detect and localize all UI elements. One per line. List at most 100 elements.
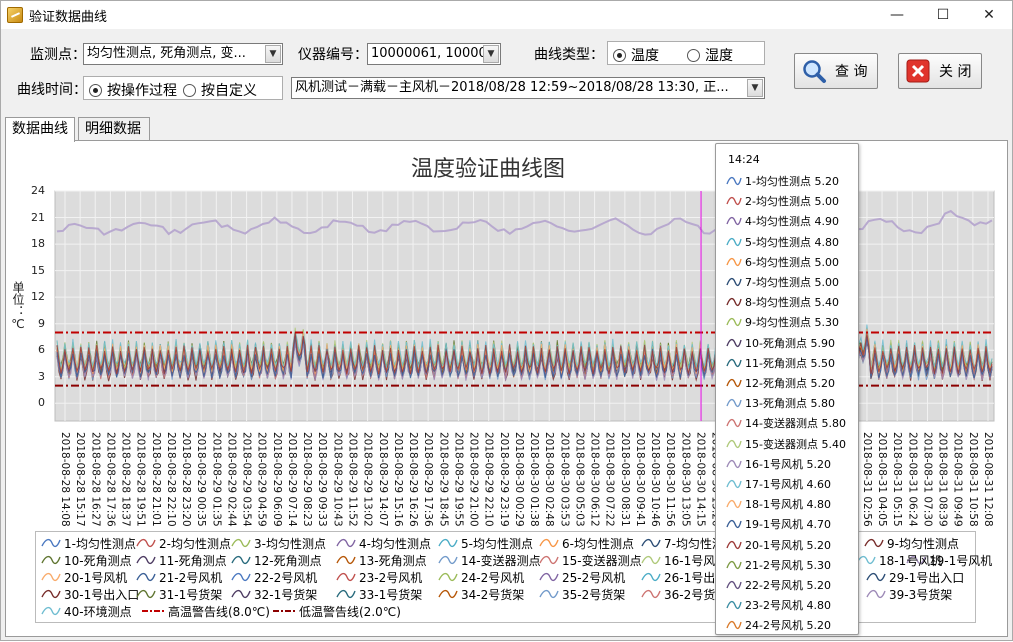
high-warning-legend-item[interactable]: 高温警告线(8.0℃): [141, 602, 270, 620]
series-swatch-icon: [136, 589, 156, 599]
tooltip-row-label: 24-2号风机 5.20: [745, 619, 831, 633]
legend-label: 24-2号风机: [461, 570, 525, 585]
series-swatch-icon: [438, 572, 458, 582]
tooltip-row: 8-均匀性测点 5.40: [726, 294, 839, 310]
legend-label: 25-2号风机: [562, 570, 626, 585]
legend-item[interactable]: 29-1号出入口: [866, 568, 964, 586]
legend-item[interactable]: 1-均匀性测点: [41, 534, 136, 552]
legend-item[interactable]: 11-死角测点: [136, 551, 227, 569]
series-swatch-icon: [726, 176, 742, 186]
series-swatch-icon: [41, 555, 61, 565]
hover-tooltip: 14:24 1-均匀性测点 5.20 2-均匀性测点 5.00 4-均匀性测点 4.…: [715, 143, 859, 635]
series-swatch-icon: [726, 439, 742, 448]
series-swatch-icon: [856, 555, 876, 565]
series-swatch-icon: [231, 538, 251, 548]
tooltip-row: 9-均匀性测点 5.30: [726, 314, 839, 330]
legend-item[interactable]: 23-2号风机: [336, 568, 422, 586]
series-swatch-icon: [136, 572, 156, 582]
tooltip-row: 12-死角测点 5.20: [726, 375, 835, 391]
tooltip-row: 1-均匀性测点 5.20: [726, 173, 839, 189]
tooltip-row: 21-2号风机 5.30: [726, 557, 831, 573]
tooltip-row: 10-死角测点 5.90: [726, 335, 835, 351]
series-swatch-icon: [438, 538, 458, 548]
low-warning-legend-item[interactable]: 低温警告线(2.0℃): [272, 602, 401, 620]
tooltip-row: 7-均匀性测点 5.00: [726, 274, 839, 290]
legend-item[interactable]: 7-均匀性测: [641, 534, 724, 552]
tooltip-row: 22-2号风机 5.20: [726, 577, 831, 593]
legend-label: 1-均匀性测点: [64, 536, 136, 551]
tooltip-row: 24-2号风机 5.20: [726, 617, 831, 633]
legend-label: 29-1号出入口: [889, 570, 965, 585]
legend-label: 低温警告线(2.0℃): [299, 604, 401, 619]
series-swatch-icon: [726, 358, 742, 367]
legend-item[interactable]: 34-2号货架: [438, 585, 524, 603]
tooltip-row: 18-1号风机 4.80: [726, 496, 831, 512]
series-swatch-icon: [41, 589, 61, 599]
legend-item[interactable]: 10-死角测点: [41, 551, 132, 569]
legend-item[interactable]: 33-1号货架: [336, 585, 422, 603]
series-swatch-icon: [726, 560, 742, 569]
legend-item[interactable]: 6-均匀性测点: [539, 534, 634, 552]
legend-item[interactable]: 24-2号风机: [438, 568, 524, 586]
legend-label: 10-死角测点: [64, 553, 132, 568]
tooltip-row: 14-变送器测点 5.80: [726, 415, 846, 431]
legend-item[interactable]: 39-3号货架: [866, 585, 952, 603]
series-swatch-icon: [336, 589, 356, 599]
series-swatch-icon: [41, 606, 61, 616]
legend-item[interactable]: 2-均匀性测点: [136, 534, 231, 552]
tooltip-row-label: 22-2号风机 5.20: [745, 579, 831, 592]
legend-item[interactable]: 3-均匀性测点: [231, 534, 326, 552]
tooltip-row: 17-1号风机 4.60: [726, 476, 831, 492]
series-swatch-icon: [539, 572, 559, 582]
series-swatch-icon: [726, 318, 742, 327]
tooltip-row-label: 20-1号风机 5.20: [745, 538, 831, 552]
legend-item[interactable]: 4-均匀性测点: [336, 534, 431, 552]
series-swatch-icon: [866, 572, 886, 582]
series-swatch-icon: [726, 197, 742, 206]
legend-item[interactable]: 22-2号风机: [231, 568, 317, 586]
legend-item[interactable]: 18-1号风机: [856, 551, 942, 569]
legend-item[interactable]: 13-死角测点: [336, 551, 427, 569]
tab-data-curve[interactable]: 数据曲线: [5, 117, 75, 142]
legend-item[interactable]: 9-均匀性测点: [864, 534, 959, 552]
legend-item[interactable]: 30-1号出入口: [41, 585, 139, 603]
tooltip-row-label: 19-1号风机 4.70: [745, 518, 831, 532]
legend-item[interactable]: 20-1号风机: [41, 568, 127, 586]
legend-item[interactable]: 12-死角测点: [231, 551, 322, 569]
tooltip-row: 11-死角测点 5.50: [726, 355, 835, 371]
series-swatch-icon: [41, 538, 61, 548]
series-swatch-icon: [726, 479, 742, 489]
series-swatch-icon: [866, 589, 886, 599]
legend-item[interactable]: 25-2号风机: [539, 568, 625, 586]
legend-item[interactable]: 40-环境测点: [41, 602, 132, 620]
legend-item[interactable]: 14-变送器测点: [438, 551, 541, 569]
series-swatch-icon: [438, 589, 458, 599]
legend-label: 22-2号风机: [254, 570, 318, 585]
legend-label: 15-变送器测点: [562, 553, 642, 568]
legend-item[interactable]: 35-2号货架: [539, 585, 625, 603]
tooltip-row: 16-1号风机 5.20: [726, 456, 831, 472]
dashdot-line-icon: [142, 610, 164, 612]
series-swatch-icon: [641, 572, 661, 582]
series-swatch-icon: [231, 589, 251, 599]
legend-item[interactable]: 15-变送器测点: [539, 551, 642, 569]
legend-label: 12-死角测点: [254, 553, 322, 568]
legend-label: 9-均匀性测点: [887, 536, 959, 551]
legend-item[interactable]: 32-1号货架: [231, 585, 317, 603]
legend-label: 21-2号风机: [159, 570, 223, 585]
legend-label: 高温警告线(8.0℃): [168, 604, 270, 619]
tooltip-row: 4-均匀性测点 4.90: [726, 213, 839, 229]
legend-item[interactable]: 5-均匀性测点: [438, 534, 533, 552]
legend-label: 14-变送器测点: [461, 553, 541, 568]
series-swatch-icon: [726, 621, 742, 630]
tooltip-row: 23-2号风机 4.80: [726, 597, 831, 613]
series-swatch-icon: [726, 217, 742, 226]
tooltip-row: 19-1号风机 4.70: [726, 516, 831, 532]
series-swatch-icon: [726, 257, 742, 266]
legend-item[interactable]: 21-2号风机: [136, 568, 222, 586]
legend-label: 40-环境测点: [64, 604, 132, 619]
legend-label: 11-死角测点: [159, 553, 227, 568]
legend-item[interactable]: 31-1号货架: [136, 585, 222, 603]
tooltip-row: 15-变送器测点 5.40: [726, 436, 846, 452]
series-swatch-icon: [231, 572, 251, 582]
